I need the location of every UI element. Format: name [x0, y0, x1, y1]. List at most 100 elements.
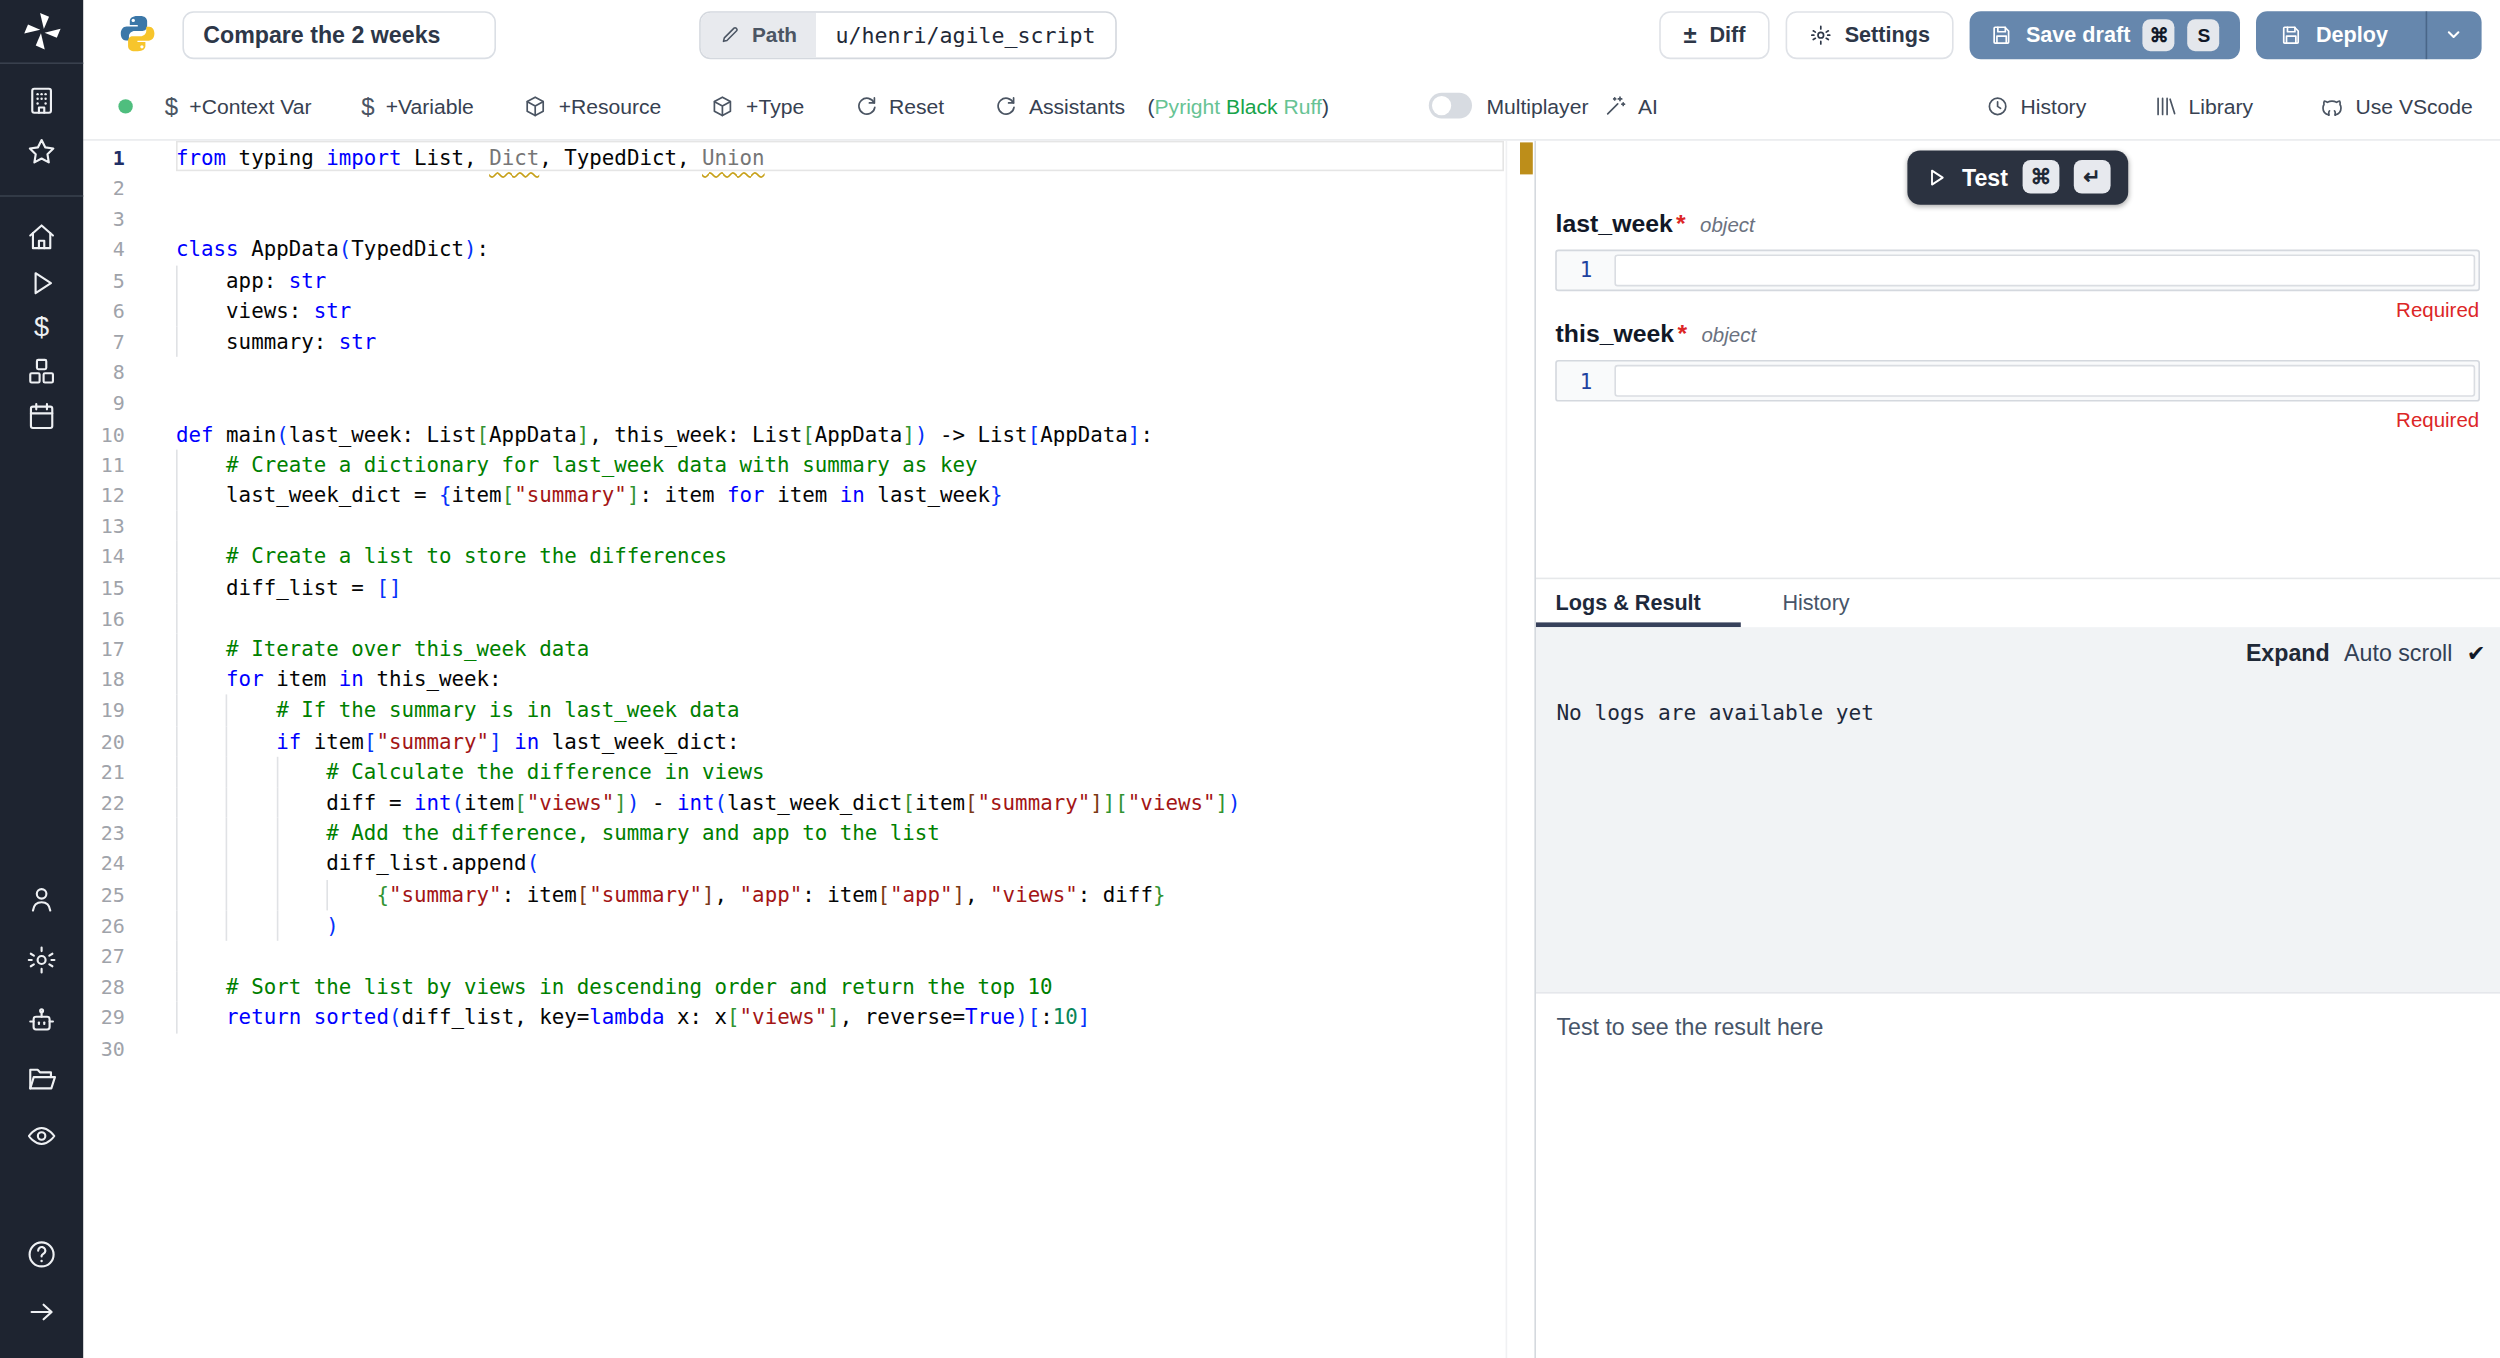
sidebar-item-eye[interactable]	[0, 1120, 83, 1152]
line-number: 8	[83, 357, 125, 388]
code-line: # If the summary is in last_week data	[176, 695, 740, 726]
chevron-down-icon[interactable]	[2425, 10, 2481, 58]
arg-editor-field[interactable]	[1615, 365, 2475, 397]
test-button[interactable]: Test ⌘ ↵	[1908, 150, 2128, 204]
line-number: 13	[83, 511, 125, 542]
multiplayer-toggle[interactable]	[1429, 93, 1472, 118]
code-line: diff_list = []	[176, 572, 401, 603]
logs-area: Expand Auto scroll ✔ No logs are availab…	[1536, 627, 2500, 992]
deploy-button[interactable]: Deploy	[2257, 10, 2481, 58]
code-line: # Sort the list by views in descending o…	[176, 971, 1053, 1002]
-context-var-button[interactable]: $+Context Var	[165, 92, 312, 119]
sidebar-item-folder[interactable]	[0, 1062, 83, 1094]
indent-guide	[176, 941, 178, 972]
sidebar-divider	[0, 195, 83, 197]
diff-button[interactable]: ± Diff	[1660, 10, 1770, 58]
-type-button[interactable]: +Type	[711, 94, 804, 118]
sidebar-item-home[interactable]	[0, 221, 83, 253]
sidebar-item-robot[interactable]	[0, 1005, 83, 1037]
check-icon[interactable]: ✔	[2467, 640, 2486, 666]
argument-this_week: this_week*object1Required	[1556, 321, 2480, 433]
argument-last_week: last_week*object1Required	[1556, 209, 2480, 321]
line-number: 28	[83, 971, 125, 1002]
result-placeholder: Test to see the result here	[1556, 1014, 1823, 1040]
sidebar-item-arrow-right[interactable]	[0, 1296, 83, 1328]
sidebar-item-play[interactable]	[0, 267, 83, 299]
sidebar-item-building[interactable]	[0, 85, 83, 117]
arg-json-editor[interactable]: 1	[1556, 249, 2480, 291]
sidebar-item-cubes[interactable]	[0, 355, 83, 387]
gear-icon	[1810, 23, 1832, 45]
save-icon	[2281, 23, 2303, 45]
code-line: )	[176, 910, 339, 941]
windmill-logo-icon[interactable]	[0, 10, 83, 53]
preview-panel: Test ⌘ ↵ last_week*object1Requiredthis_w…	[1534, 141, 2500, 1358]
arg-json-editor[interactable]: 1	[1556, 361, 2480, 403]
sidebar-item-dollar[interactable]: $	[0, 312, 83, 344]
path-label: Path	[752, 22, 797, 46]
autoscroll-label[interactable]: Auto scroll	[2344, 640, 2452, 666]
library-button[interactable]: Library	[2153, 94, 2253, 118]
code-editor[interactable]: 1from typing import List, Dict, TypedDic…	[83, 141, 1534, 1358]
tab-history[interactable]: History	[1762, 579, 1869, 628]
windmill-script-editor: $ Compare the 2 weeks Path u/henri/agile…	[0, 0, 2500, 1358]
enter-key-chip: ↵	[2074, 160, 2111, 194]
-resource-button[interactable]: +Resource	[523, 94, 661, 118]
line-number: 26	[83, 910, 125, 941]
wand-icon	[1603, 94, 1627, 118]
sidebar-item-star[interactable]	[0, 136, 83, 168]
use-vscode-button[interactable]: Use VScode	[2320, 94, 2473, 118]
reset-button[interactable]: Reset	[854, 94, 944, 118]
no-logs-message: No logs are available yet	[1556, 701, 1874, 725]
code-line: app: str	[176, 265, 326, 296]
sidebar-item-user[interactable]	[0, 883, 83, 915]
editor-toolbar: $+Context Var $+Variable +Resource +Type Res…	[83, 70, 2500, 141]
assistants-button[interactable]: Assistants	[994, 94, 1125, 118]
settings-button[interactable]: Settings	[1786, 10, 1954, 58]
code-line: if item["summary"] in last_week_dict:	[176, 726, 740, 757]
sidebar-item-help[interactable]	[0, 1238, 83, 1270]
arg-editor-field[interactable]	[1615, 254, 2475, 286]
-variable-button[interactable]: $+Variable	[361, 92, 474, 119]
line-number: 22	[83, 787, 125, 818]
line-number: 29	[83, 1002, 125, 1033]
script-title-input[interactable]: Compare the 2 weeks	[182, 10, 496, 58]
line-number: 9	[83, 388, 125, 419]
line-number: 17	[83, 634, 125, 665]
plus-minus-icon: ±	[1684, 21, 1697, 48]
line-number: 16	[83, 603, 125, 634]
code-line: {"summary": item["summary"], "app": item…	[176, 879, 1165, 910]
save-draft-button[interactable]: Save draft ⌘ S	[1970, 10, 2241, 58]
expand-button[interactable]: Expand	[2246, 640, 2330, 666]
save-icon	[1991, 23, 2013, 45]
multiplayer-label: Multiplayer	[1486, 94, 1588, 118]
code-line: # Calculate the difference in views	[176, 756, 765, 787]
sidebar: $	[0, 0, 83, 1358]
code-line: summary: str	[176, 326, 376, 357]
arg-type: object	[1700, 212, 1755, 236]
pencil-icon	[720, 24, 741, 45]
line-number: 24	[83, 849, 125, 880]
line-number: 2	[83, 173, 125, 204]
history-button[interactable]: History	[1985, 94, 2086, 118]
cmd-key-chip: ⌘	[2143, 18, 2175, 50]
path-field[interactable]: Path u/henri/agile_script	[699, 10, 1116, 58]
code-line: last_week_dict = {item["summary"]: item …	[176, 480, 1003, 511]
sidebar-item-calendar[interactable]	[0, 400, 83, 432]
tab-logs-result[interactable]: Logs & Result	[1536, 579, 1721, 628]
arg-editor-line-number: 1	[1557, 251, 1615, 289]
code-line: # Create a list to store the differences	[176, 541, 727, 572]
arg-editor-line-number: 1	[1557, 362, 1615, 400]
code-line: # Add the difference, summary and app to…	[176, 818, 940, 849]
code-line: diff_list.append(	[176, 849, 539, 880]
line-number: 27	[83, 941, 125, 972]
code-line: return sorted(diff_list, key=lambda x: x…	[176, 1002, 1090, 1033]
line-number: 3	[83, 203, 125, 234]
sidebar-item-gear[interactable]	[0, 944, 83, 976]
assistants-status[interactable]: (Pyright Black Ruff)	[1147, 94, 1328, 118]
package-icon	[711, 94, 735, 118]
code-line: from typing import List, Dict, TypedDict…	[176, 142, 765, 173]
ai-button[interactable]: AI	[1603, 94, 1658, 118]
arg-name: last_week	[1556, 209, 1673, 238]
script-title: Compare the 2 weeks	[203, 22, 440, 48]
